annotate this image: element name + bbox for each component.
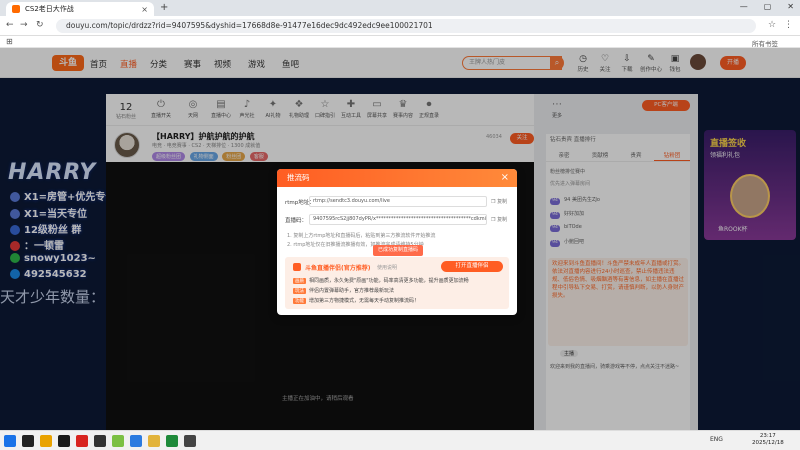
copy-rtmp-button[interactable]: ❐ 复制: [491, 198, 507, 205]
windows-taskbar: ENG 23:17 2025/12/18: [0, 430, 800, 450]
language-indicator[interactable]: ENG: [710, 436, 723, 443]
browser-tab[interactable]: CS2老日大作战 ×: [6, 2, 154, 16]
taskbar-app-icon[interactable]: [130, 435, 142, 447]
bookmarks-bar: ⊞ 所有书签: [0, 36, 800, 48]
new-tab-icon[interactable]: +: [160, 2, 168, 13]
stream-key-modal: 推流码 × rtmp地址： rtmp://sendtc3.douyu.com/l…: [277, 169, 517, 315]
system-clock[interactable]: 23:17 2025/12/18: [752, 433, 784, 447]
copy-key-button[interactable]: ❐ 复制: [491, 216, 507, 223]
stream-key-label: 直播码：: [285, 218, 308, 224]
maximize-icon[interactable]: ▢: [764, 2, 772, 11]
taskbar-app-icon[interactable]: [58, 435, 70, 447]
bookmark-star-icon[interactable]: ☆: [768, 20, 776, 30]
taskbar-app-icon[interactable]: [94, 435, 106, 447]
taskbar-app-icon[interactable]: [166, 435, 178, 447]
modal-note: 1. 复制上方rtmp地址和直播码后，粘贴到第三方推流软件开始推流: [287, 233, 436, 239]
rtmp-address-field[interactable]: rtmp://sendtc3.douyu.com/live: [309, 196, 487, 207]
obs-companion-promo: 斗鱼直播伴侣(官方推荐) 使用说明 打开直播伴侣 画质 相同画质，永久免费"原画"…: [285, 257, 509, 309]
modal-close-icon[interactable]: ×: [501, 169, 509, 187]
browser-menu-icon[interactable]: ⋮: [784, 20, 793, 30]
apps-grid-icon[interactable]: ⊞: [6, 37, 13, 46]
stream-key-field[interactable]: 9407595rcS2jj807dyPR/x******************…: [309, 214, 487, 225]
companion-app-icon: [293, 263, 301, 271]
taskbar-app-icon[interactable]: [112, 435, 124, 447]
back-icon[interactable]: ←: [6, 20, 14, 30]
window-close-icon[interactable]: ✕: [787, 2, 794, 11]
browser-tabstrip: CS2老日大作战 × + — ▢ ✕: [0, 0, 800, 16]
copy-success-toast[interactable]: 已成功复制直播码: [373, 245, 423, 256]
chrome-icon[interactable]: [148, 435, 160, 447]
taskbar-app-icon[interactable]: [22, 435, 34, 447]
reload-icon[interactable]: ↻: [36, 20, 44, 30]
forward-icon[interactable]: →: [20, 20, 28, 30]
copy-icon: ❐: [491, 217, 496, 223]
promo-line: 画质 相同画质，永久免费"原画"功能，码率高清更多功能，提升画质更加流畅: [293, 278, 469, 284]
tab-title: CS2老日大作战: [25, 5, 74, 13]
file-explorer-icon[interactable]: [40, 435, 52, 447]
open-companion-button[interactable]: 打开直播伴侣: [441, 261, 503, 272]
promo-line: 功能 增加第三方物捷模式，无需每天手动复制推流码！: [293, 298, 420, 304]
tab-close-icon[interactable]: ×: [141, 5, 148, 14]
promo-title: 斗鱼直播伴侣(官方推荐): [305, 265, 371, 272]
usage-guide-link[interactable]: 使用说明: [377, 264, 397, 271]
url-input[interactable]: douyu.com/topic/drdzz?rid=9407595&dyshid…: [56, 19, 756, 33]
window-controls: — ▢ ✕: [740, 2, 794, 11]
address-bar-row: ← → ↻ douyu.com/topic/drdzz?rid=9407595&…: [0, 16, 800, 36]
minimize-icon[interactable]: —: [740, 2, 748, 11]
taskbar-app-icon[interactable]: [184, 435, 196, 447]
taskbar-app-icon[interactable]: [76, 435, 88, 447]
promo-line: 玩法 伴侣内置弹幕助手，官方推荐最新玩法: [293, 288, 395, 294]
modal-title: 推流码: [277, 169, 517, 187]
start-icon[interactable]: [4, 435, 16, 447]
douyu-favicon-icon: [12, 5, 20, 13]
all-bookmarks[interactable]: 所有书签: [752, 38, 778, 48]
copy-icon: ❐: [491, 199, 496, 205]
